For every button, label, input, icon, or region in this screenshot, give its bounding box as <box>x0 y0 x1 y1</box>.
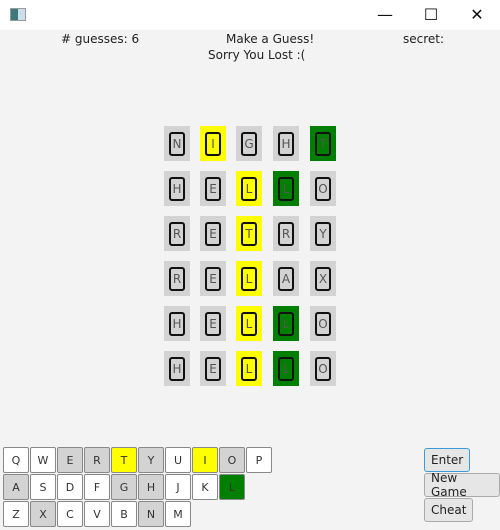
key-y[interactable]: Y <box>138 447 164 473</box>
key-r[interactable]: R <box>84 447 110 473</box>
board-letter: E <box>205 221 221 246</box>
key-d[interactable]: D <box>57 474 83 500</box>
board-letter: O <box>315 311 331 336</box>
board-cell: H <box>164 171 190 206</box>
board-cell: H <box>164 306 190 341</box>
key-o[interactable]: O <box>219 447 245 473</box>
board-letter: O <box>315 356 331 381</box>
board-letter: R <box>278 221 294 246</box>
board-cell: L <box>273 171 299 206</box>
board-cell: Y <box>310 216 336 251</box>
board-letter: X <box>315 266 331 291</box>
board-letter: L <box>241 311 257 336</box>
board-letter: T <box>315 131 331 156</box>
key-w[interactable]: W <box>30 447 56 473</box>
board-cell: H <box>273 126 299 161</box>
board-letter: L <box>278 356 294 381</box>
board-cell: T <box>236 216 262 251</box>
board-cell: L <box>273 306 299 341</box>
board-letter: O <box>315 176 331 201</box>
board-letter: E <box>205 176 221 201</box>
board-letter: I <box>205 131 221 156</box>
prompt-label: Make a Guess! <box>226 32 315 46</box>
app-icon <box>10 8 26 21</box>
board-cell: T <box>310 126 336 161</box>
board-cell: R <box>273 216 299 251</box>
new-game-button[interactable]: New Game <box>424 471 500 499</box>
key-h[interactable]: H <box>138 474 164 500</box>
board-cell: E <box>200 216 226 251</box>
key-e[interactable]: E <box>57 447 83 473</box>
board-letter: N <box>169 131 185 156</box>
board-cell: N <box>164 126 190 161</box>
key-j[interactable]: J <box>165 474 191 500</box>
key-a[interactable]: A <box>3 474 29 500</box>
board-cell: E <box>200 351 226 386</box>
enter-button[interactable]: Enter <box>424 448 471 472</box>
board-cell: L <box>236 306 262 341</box>
board-cell: L <box>273 351 299 386</box>
cheat-button[interactable]: Cheat <box>424 498 474 522</box>
board-cell: R <box>164 261 190 296</box>
board-cell: E <box>200 171 226 206</box>
board-letter: Y <box>315 221 331 246</box>
key-p[interactable]: P <box>246 447 272 473</box>
board-cell: X <box>310 261 336 296</box>
key-v[interactable]: V <box>84 501 110 527</box>
key-l[interactable]: L <box>219 474 245 500</box>
key-q[interactable]: Q <box>3 447 29 473</box>
board-letter: H <box>169 176 185 201</box>
board-letter: H <box>278 131 294 156</box>
key-b[interactable]: B <box>111 501 137 527</box>
board-letter: E <box>205 356 221 381</box>
key-t[interactable]: T <box>111 447 137 473</box>
board-letter: L <box>241 356 257 381</box>
key-x[interactable]: X <box>30 501 56 527</box>
title-bar: — ☐ ✕ <box>0 0 500 30</box>
board-letter: G <box>241 131 257 156</box>
maximize-button[interactable]: ☐ <box>408 0 454 30</box>
board-cell: A <box>273 261 299 296</box>
guess-count: # guesses: 6 <box>61 32 140 46</box>
board-cell: L <box>236 351 262 386</box>
board-letter: L <box>278 176 294 201</box>
minimize-button[interactable]: — <box>362 0 408 30</box>
board-letter: R <box>169 266 185 291</box>
board-letter: L <box>241 266 257 291</box>
key-u[interactable]: U <box>165 447 191 473</box>
key-c[interactable]: C <box>57 501 83 527</box>
key-i[interactable]: I <box>192 447 218 473</box>
key-z[interactable]: Z <box>3 501 29 527</box>
key-n[interactable]: N <box>138 501 164 527</box>
board-letter: E <box>205 311 221 336</box>
board-cell: I <box>200 126 226 161</box>
board-cell: L <box>236 171 262 206</box>
key-g[interactable]: G <box>111 474 137 500</box>
board-letter: T <box>241 221 257 246</box>
board-letter: R <box>169 221 185 246</box>
board-cell: E <box>200 306 226 341</box>
key-k[interactable]: K <box>192 474 218 500</box>
key-m[interactable]: M <box>165 501 191 527</box>
board-cell: E <box>200 261 226 296</box>
board-cell: R <box>164 216 190 251</box>
board-cell: H <box>164 351 190 386</box>
status-label: Sorry You Lost :( <box>208 48 306 62</box>
board-letter: E <box>205 266 221 291</box>
board-cell: O <box>310 306 336 341</box>
board-cell: O <box>310 351 336 386</box>
board-letter: L <box>241 176 257 201</box>
board-cell: G <box>236 126 262 161</box>
board-letter: A <box>278 266 294 291</box>
key-s[interactable]: S <box>30 474 56 500</box>
board-cell: O <box>310 171 336 206</box>
key-f[interactable]: F <box>84 474 110 500</box>
board-cell: L <box>236 261 262 296</box>
board-letter: L <box>278 311 294 336</box>
board-letter: H <box>169 356 185 381</box>
board-letter: H <box>169 311 185 336</box>
close-button[interactable]: ✕ <box>454 0 500 30</box>
secret-label: secret: <box>403 32 445 46</box>
